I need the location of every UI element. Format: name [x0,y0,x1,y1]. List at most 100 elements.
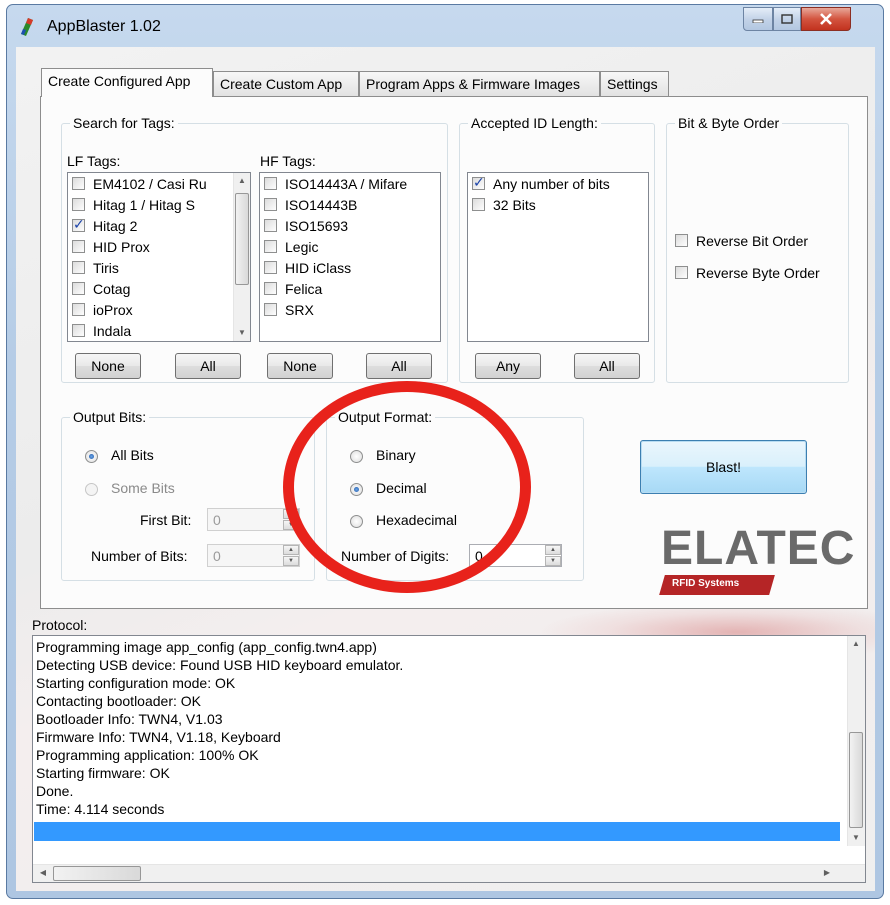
tab-label: Create Custom App [220,76,343,92]
checkbox[interactable] [72,198,85,211]
hexadecimal-radio[interactable] [350,515,363,528]
blast-button[interactable]: Blast! [640,440,807,494]
tab-label: Create Configured App [48,73,191,89]
protocol-log[interactable]: Programming image app_config (app_config… [32,635,866,883]
lf-list-scrollbar[interactable]: ▲ ▼ [233,173,250,341]
spinner-value: 0 [213,548,221,564]
lf-none-button[interactable]: None [75,353,141,379]
item-label: Tiris [93,260,119,276]
elatec-logo: ELATEC [661,522,856,575]
tab-create-custom-app[interactable]: Create Custom App [213,71,359,96]
client-area: Create Configured App Create Custom App … [16,47,875,891]
hf-tags-list[interactable]: ISO14443A / Mifare ISO14443B ISO15693 Le… [259,172,441,342]
checkbox[interactable] [472,174,485,191]
protocol-vertical-scrollbar[interactable]: ▲ ▼ [847,636,865,846]
spin-down-icon[interactable]: ▼ [545,556,561,566]
scroll-thumb[interactable] [53,866,141,881]
checkbox-label: Reverse Bit Order [696,233,809,249]
scroll-thumb[interactable] [849,732,863,828]
group-title: Output Bits: [70,408,150,426]
title-bar[interactable]: AppBlaster 1.02 [7,5,883,47]
maximize-icon [781,14,793,24]
binary-radio[interactable] [350,450,363,463]
checkbox[interactable] [264,282,277,295]
tab-settings[interactable]: Settings [600,71,669,96]
decimal-radio[interactable] [350,483,363,496]
spin-up-icon[interactable]: ▲ [283,545,299,555]
spin-down-icon[interactable]: ▼ [283,520,299,530]
hf-all-button[interactable]: All [366,353,432,379]
checkbox-label: Reverse Byte Order [696,265,820,281]
scroll-up-arrow-icon[interactable]: ▲ [848,636,864,652]
tab-program-apps-firmware[interactable]: Program Apps & Firmware Images [359,71,600,96]
lf-tags-label: LF Tags: [67,153,121,169]
spinner-value: 0 [475,548,483,564]
number-of-digits-spinner[interactable]: 0 ▲ ▼ [469,544,562,567]
item-label: EM4102 / Casi Ru [93,176,207,192]
hexadecimal-label: Hexadecimal [376,512,457,528]
all-bits-label: All Bits [111,447,154,463]
checkbox[interactable] [264,261,277,274]
spin-up-icon[interactable]: ▲ [283,509,299,519]
scroll-left-arrow-icon[interactable]: ◀ [35,865,51,881]
group-title: Accepted ID Length: [468,114,601,132]
minimize-button[interactable] [743,7,773,31]
logo-subtitle: RFID Systems [672,578,740,589]
lf-tags-list[interactable]: EM4102 / Casi Ru Hitag 1 / Hitag S Hitag… [67,172,251,342]
item-label: ISO14443B [285,197,358,213]
scroll-down-arrow-icon[interactable]: ▼ [234,325,250,341]
item-label: Any number of bits [493,176,610,192]
tab-create-configured-app[interactable]: Create Configured App [41,68,213,97]
all-bits-radio[interactable] [85,450,98,463]
group-title: Output Format: [335,408,436,426]
protocol-horizontal-scrollbar[interactable]: ◀ ▶ [33,864,865,882]
item-label: Felica [285,281,323,297]
checkbox[interactable] [264,177,277,190]
spin-up-icon[interactable]: ▲ [545,545,561,555]
checkbox[interactable] [264,198,277,211]
some-bits-radio[interactable] [85,483,98,496]
checkbox[interactable] [675,266,688,279]
close-button[interactable] [801,7,851,31]
id-length-list[interactable]: Any number of bits 32 Bits [467,172,649,342]
checkbox[interactable] [264,303,277,316]
log-line: Detecting USB device: Found USB HID keyb… [36,657,404,673]
checkbox[interactable] [72,282,85,295]
scroll-down-arrow-icon[interactable]: ▼ [848,830,864,846]
spin-down-icon[interactable]: ▼ [283,556,299,566]
checkbox[interactable] [472,198,485,211]
decimal-label: Decimal [376,480,427,496]
any-length-button[interactable]: Any [475,353,541,379]
checkbox[interactable] [72,261,85,274]
first-bit-spinner[interactable]: 0 ▲ ▼ [207,508,300,531]
item-label: ioProx [93,302,133,318]
item-label: Cotag [93,281,131,297]
checkbox[interactable] [72,324,85,337]
scroll-thumb[interactable] [235,193,249,285]
checkbox[interactable] [72,240,85,253]
scroll-up-arrow-icon[interactable]: ▲ [234,173,250,189]
checkbox[interactable] [264,240,277,253]
hf-none-button[interactable]: None [267,353,333,379]
group-title: Bit & Byte Order [675,114,783,132]
maximize-button[interactable] [773,7,801,31]
log-line: Bootloader Info: TWN4, V1.03 [36,711,223,727]
checkbox[interactable] [72,303,85,316]
bit-byte-order-group: Bit & Byte Order [666,114,849,383]
item-label: Legic [285,239,319,255]
item-label: Indala [93,323,132,339]
protocol-label: Protocol: [32,617,88,633]
lf-all-button[interactable]: All [175,353,241,379]
all-length-button[interactable]: All [574,353,640,379]
log-line: Programming image app_config (app_config… [36,639,377,655]
selected-log-line[interactable] [34,822,840,841]
log-line: Starting configuration mode: OK [36,675,236,691]
checkbox[interactable] [675,234,688,247]
number-of-digits-label: Number of Digits: [341,548,450,564]
checkbox[interactable] [72,177,85,190]
checkbox[interactable] [72,216,85,233]
checkbox[interactable] [264,219,277,232]
app-icon [21,18,33,36]
number-of-bits-spinner[interactable]: 0 ▲ ▼ [207,544,300,567]
scroll-right-arrow-icon[interactable]: ▶ [819,865,835,881]
